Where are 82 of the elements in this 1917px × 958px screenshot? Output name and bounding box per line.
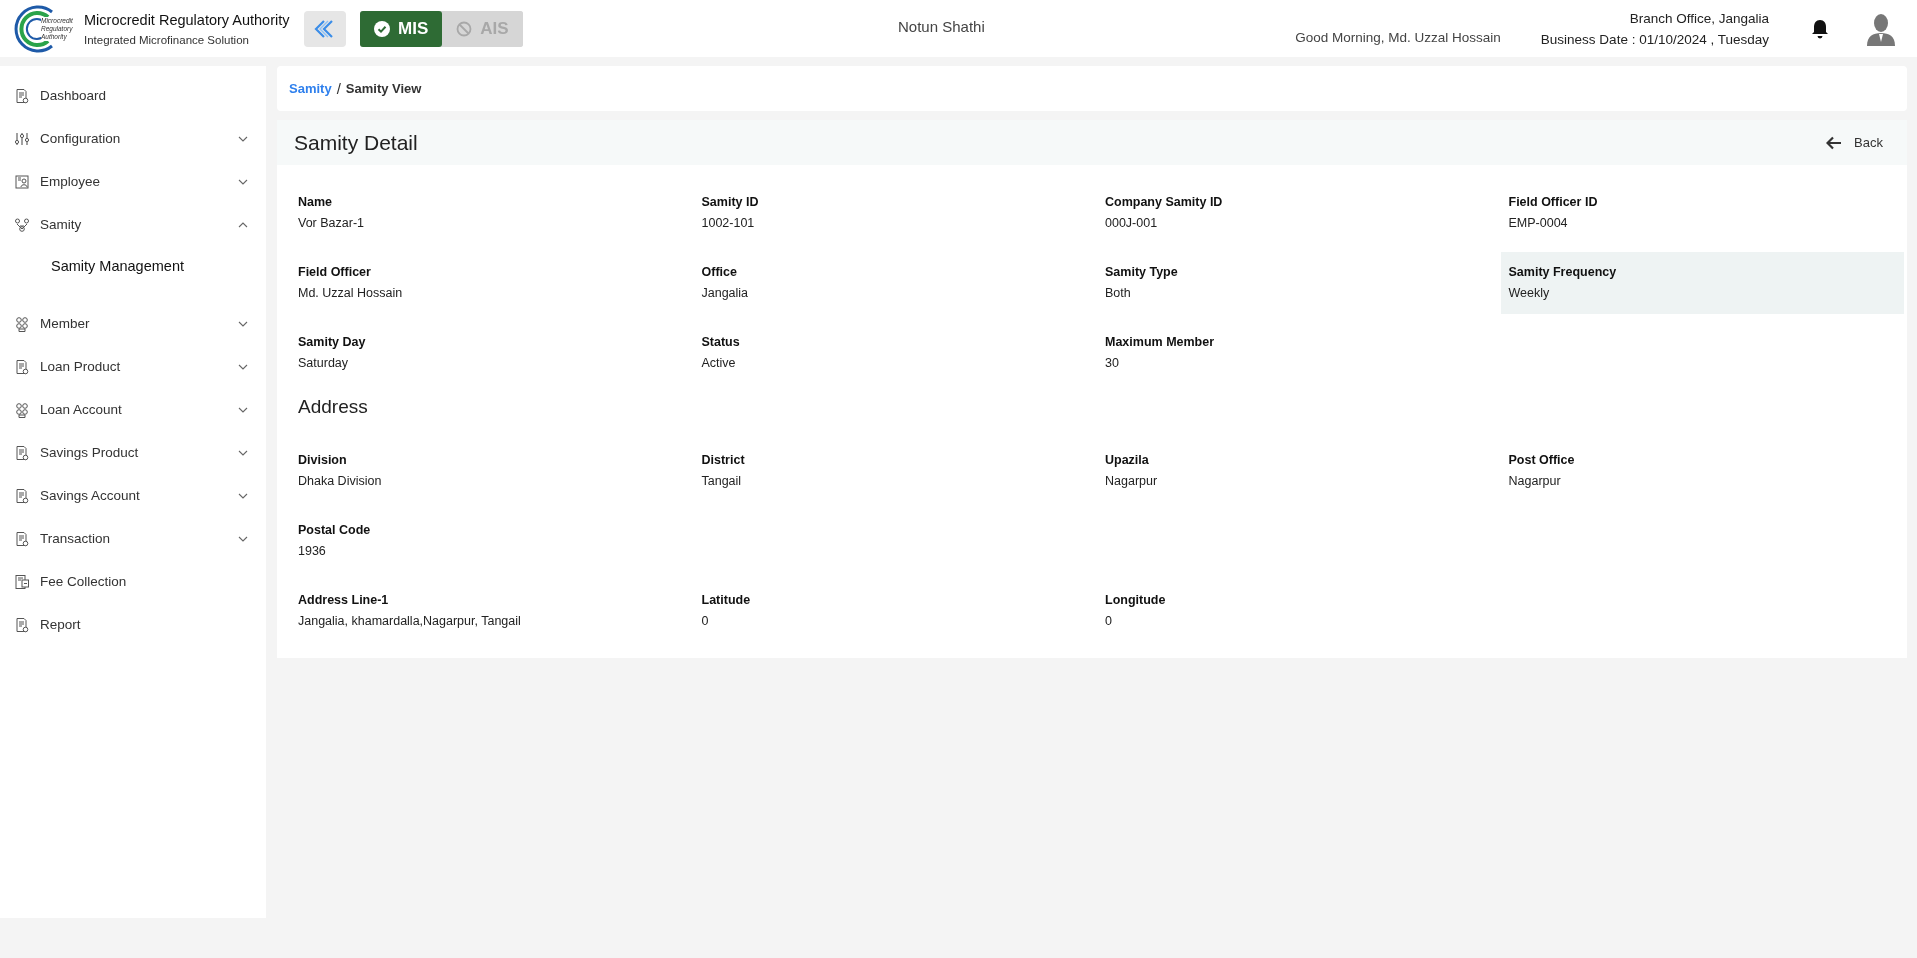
sidebar-item[interactable]: Samity [0, 203, 266, 246]
document-icon [14, 444, 30, 461]
mode-tab[interactable]: MIS [360, 10, 443, 47]
id-card-icon [14, 173, 30, 190]
field-label: Latitude [701, 592, 752, 609]
breadcrumb-link[interactable]: Samity [289, 81, 332, 96]
receipt-icon [14, 573, 30, 590]
business-date: Business Date : 01/10/2024 , Tuesday [1540, 31, 1769, 47]
field-label: District [701, 452, 746, 469]
field-label: Status [701, 334, 741, 351]
sidebar-item[interactable]: Savings Account [0, 474, 266, 517]
arrow-left-icon [1826, 135, 1843, 150]
field-label: Samity Type [1105, 264, 1179, 281]
check-circle-icon [374, 20, 390, 37]
sidebar-item[interactable]: Transaction [0, 517, 266, 560]
sidebar-item[interactable]: Report [0, 603, 266, 646]
document-icon [14, 616, 30, 633]
field-value: EMP-0004 [1508, 215, 1569, 232]
field-value: Jangalia, khamardalla,Nagarpur, Tangail [298, 613, 522, 630]
sidebar-item[interactable]: Loan Account [0, 388, 266, 431]
field-value: 1002-101 [701, 215, 756, 232]
sliders-icon [14, 130, 30, 147]
document-icon [14, 87, 30, 104]
people-icon [14, 401, 30, 418]
breadcrumb-current: Samity View [345, 81, 422, 96]
sidebar-item[interactable]: Configuration [0, 117, 266, 160]
sidebar-item[interactable]: Member [0, 302, 266, 345]
page-title: Samity Detail [294, 130, 418, 155]
field-label: Samity ID [701, 194, 760, 211]
back-button[interactable]: Back [1820, 131, 1889, 154]
field-label: Maximum Member [1105, 334, 1216, 351]
field-value: Vor Bazar-1 [298, 215, 365, 232]
field-value: Md. Uzzal Hossain [298, 285, 404, 302]
field-value: Jangalia [701, 285, 750, 302]
field-value: Dhaka Division [298, 473, 383, 490]
field-label: Upazila [1105, 452, 1150, 469]
field-value: 000J-001 [1105, 215, 1159, 232]
app-subtitle: Integrated Microfinance Solution [84, 33, 250, 46]
user-avatar-icon[interactable] [1865, 11, 1897, 46]
field-value: Active [701, 355, 737, 372]
sidebar-item[interactable]: Savings Product [0, 431, 266, 474]
sidebar-item[interactable]: Loan Product [0, 345, 266, 388]
field-label: Division [298, 452, 348, 469]
branch-name: Branch Office, Jangalia [1628, 10, 1769, 26]
sidebar-subitem[interactable]: Samity Management [0, 246, 266, 286]
breadcrumb-separator: / [336, 80, 341, 97]
field-label: Longitude [1105, 592, 1167, 609]
document-icon [14, 530, 30, 547]
sidebar-item[interactable]: Fee Collection [0, 560, 266, 603]
field-value: 0 [701, 613, 710, 630]
field-label: Field Officer [298, 264, 372, 281]
field-value: Weekly [1508, 285, 1551, 302]
group-icon [14, 216, 30, 233]
field-label: Address Line-1 [298, 592, 390, 609]
people-icon [14, 315, 30, 332]
sidebar-item[interactable]: Dashboard [0, 74, 266, 117]
notification-bell-icon[interactable] [1811, 18, 1829, 39]
organization-name: Notun Shathi [898, 18, 985, 35]
document-icon [14, 487, 30, 504]
field-label: Company Samity ID [1105, 194, 1224, 211]
field-value: Both [1105, 285, 1132, 302]
field-label: Postal Code [298, 522, 372, 539]
greeting-text: Good Morning, Md. Uzzal Hossain [1295, 30, 1501, 45]
field-label: Office [701, 264, 738, 281]
field-value: Nagarpur [1508, 473, 1562, 490]
field-value: Saturday [298, 355, 350, 372]
prohibited-icon [456, 20, 473, 37]
field-label: Post Office [1508, 452, 1576, 469]
field-value: 30 [1105, 355, 1120, 372]
field-label: Samity Day [298, 334, 367, 351]
field-value: 0 [1105, 613, 1113, 630]
field-value: Nagarpur [1105, 473, 1159, 490]
section-heading: Address [298, 396, 369, 418]
field-label: Samity Frequency [1508, 264, 1618, 281]
app-title: Microcredit Regulatory Authority [84, 11, 290, 28]
document-icon [14, 358, 30, 375]
field-label: Field Officer ID [1508, 194, 1599, 211]
field-value: Tangail [701, 473, 743, 490]
field-value: 1936 [298, 543, 327, 560]
field-label: Name [298, 194, 334, 211]
collapse-sidebar-button[interactable] [304, 10, 346, 47]
sidebar-item[interactable]: Employee [0, 160, 266, 203]
